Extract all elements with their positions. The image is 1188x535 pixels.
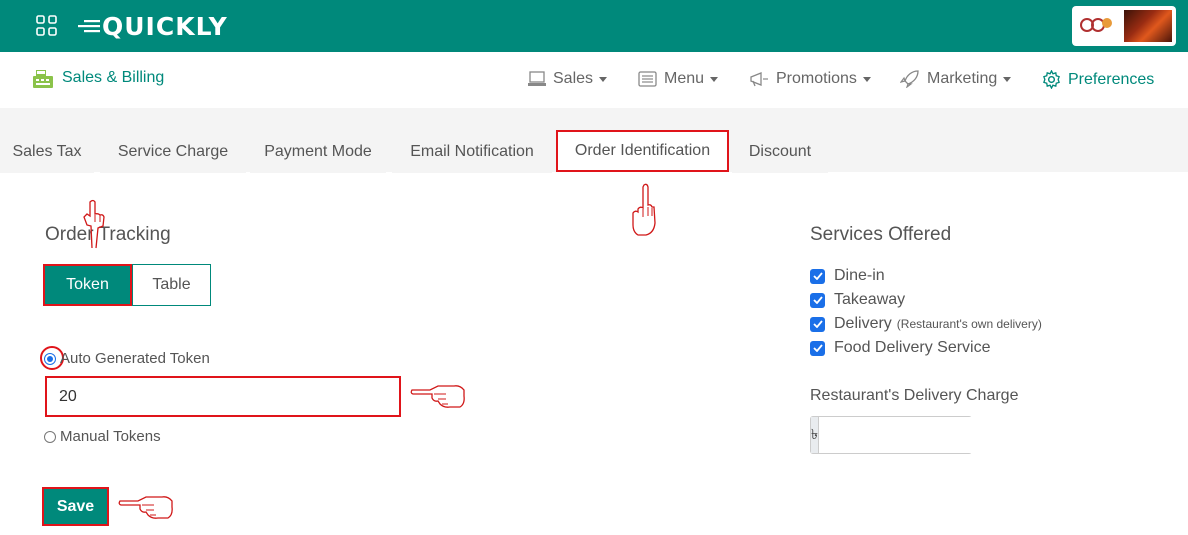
token-start-input[interactable] — [45, 376, 401, 417]
megaphone-icon — [750, 72, 768, 87]
currency-prefix: ৳ — [811, 417, 819, 453]
nav-sales-label: Sales — [553, 70, 594, 87]
quickly-logo[interactable]: QUICKLY — [78, 8, 228, 44]
checkmark-icon — [812, 320, 823, 328]
service-food-delivery[interactable]: Food Delivery Service — [810, 339, 991, 357]
manual-token-label: Manual Tokens — [60, 428, 161, 445]
delivery-label: Delivery — [834, 315, 892, 332]
speed-lines-icon — [78, 20, 100, 33]
nav-menu-label: Menu — [664, 70, 705, 87]
services-offered-title: Services Offered — [810, 224, 952, 245]
nav-preferences-label: Preferences — [1068, 70, 1155, 88]
delivery-charge-group: ৳ — [810, 416, 1008, 454]
pointing-hand-left-icon — [410, 385, 465, 408]
takeaway-label: Takeaway — [834, 291, 906, 308]
tab-discount[interactable]: Discount — [732, 131, 828, 173]
menu-list-icon — [638, 71, 657, 87]
tab-sales-tax[interactable]: Sales Tax — [0, 131, 94, 173]
checkmark-icon — [812, 344, 823, 352]
delivery-note: (Restaurant's own delivery) — [896, 317, 1042, 331]
logo-text: QUICKLY — [102, 11, 228, 41]
top-bar: QUICKLY — [0, 0, 1188, 52]
order-tracking-toggle: Token Table — [43, 264, 211, 306]
tab-label: Order Identification — [574, 142, 711, 159]
restaurant-photo — [1124, 10, 1172, 42]
apps-grid-icon[interactable] — [36, 15, 58, 37]
chevron-down-icon — [862, 76, 871, 82]
module-navbar: Sales & Billing Sales Menu Promotions Ma… — [0, 52, 1188, 108]
auto-token-option[interactable]: Auto Generated Token — [44, 350, 210, 367]
preferences-tabs: Sales Tax Service Charge Payment Mode Em… — [0, 108, 1188, 173]
nav-marketing[interactable]: Marketing — [900, 70, 1012, 88]
nav-marketing-label: Marketing — [927, 70, 998, 87]
tab-label: Service Charge — [117, 143, 229, 160]
token-option-button[interactable]: Token — [43, 264, 132, 306]
nav-sales[interactable]: Sales — [528, 70, 608, 88]
tab-label: Discount — [748, 143, 812, 160]
delivery-charge-input[interactable] — [818, 417, 1008, 453]
table-option-button[interactable]: Table — [132, 264, 211, 306]
auto-token-label: Auto Generated Token — [60, 350, 210, 367]
service-delivery[interactable]: Delivery (Restaurant's own delivery) — [810, 315, 1042, 333]
nav-promotions[interactable]: Promotions — [749, 70, 871, 88]
manual-token-radio[interactable] — [44, 430, 56, 443]
restaurant-logo — [1080, 15, 1114, 39]
nav-promotions-label: Promotions — [776, 70, 857, 87]
service-takeaway[interactable]: Takeaway — [810, 291, 905, 309]
laptop-icon — [528, 71, 546, 86]
module-label: Sales & Billing — [62, 69, 165, 86]
module-sales-billing[interactable]: Sales & Billing — [32, 67, 164, 89]
nav-menu[interactable]: Menu — [638, 70, 719, 88]
dine-in-label: Dine-in — [834, 267, 885, 284]
dine-in-checkbox[interactable] — [810, 268, 825, 284]
cash-register-icon — [33, 70, 53, 88]
tab-label: Sales Tax — [12, 143, 82, 160]
tab-label: Payment Mode — [264, 143, 372, 160]
pointing-hand-up-icon — [632, 183, 656, 236]
manual-token-option[interactable]: Manual Tokens — [44, 428, 161, 445]
food-delivery-checkbox[interactable] — [810, 340, 825, 356]
auto-token-radio[interactable] — [44, 352, 56, 365]
food-delivery-label: Food Delivery Service — [834, 339, 991, 356]
tab-service-charge[interactable]: Service Charge — [100, 131, 246, 173]
tab-label: Email Notification — [410, 143, 534, 160]
chevron-down-icon — [710, 76, 719, 82]
pointing-hand-up-icon — [83, 199, 105, 249]
chevron-down-icon — [1003, 76, 1012, 82]
chevron-down-icon — [599, 76, 608, 82]
checkmark-icon — [812, 272, 823, 280]
delivery-checkbox[interactable] — [810, 316, 825, 332]
nav-preferences[interactable]: Preferences — [1042, 70, 1154, 89]
profile-badge[interactable] — [1072, 6, 1176, 46]
gear-icon — [1043, 70, 1060, 89]
delivery-charge-label: Restaurant's Delivery Charge — [810, 387, 1019, 404]
takeaway-checkbox[interactable] — [810, 292, 825, 308]
tab-order-identification[interactable]: Order Identification — [556, 130, 729, 172]
tab-email-notification[interactable]: Email Notification — [392, 131, 552, 173]
save-button[interactable]: Save — [42, 487, 109, 526]
tab-payment-mode[interactable]: Payment Mode — [250, 131, 386, 173]
service-dine-in[interactable]: Dine-in — [810, 267, 885, 285]
checkmark-icon — [812, 296, 823, 304]
rocket-icon — [900, 70, 919, 88]
pointing-hand-left-icon — [118, 496, 173, 519]
